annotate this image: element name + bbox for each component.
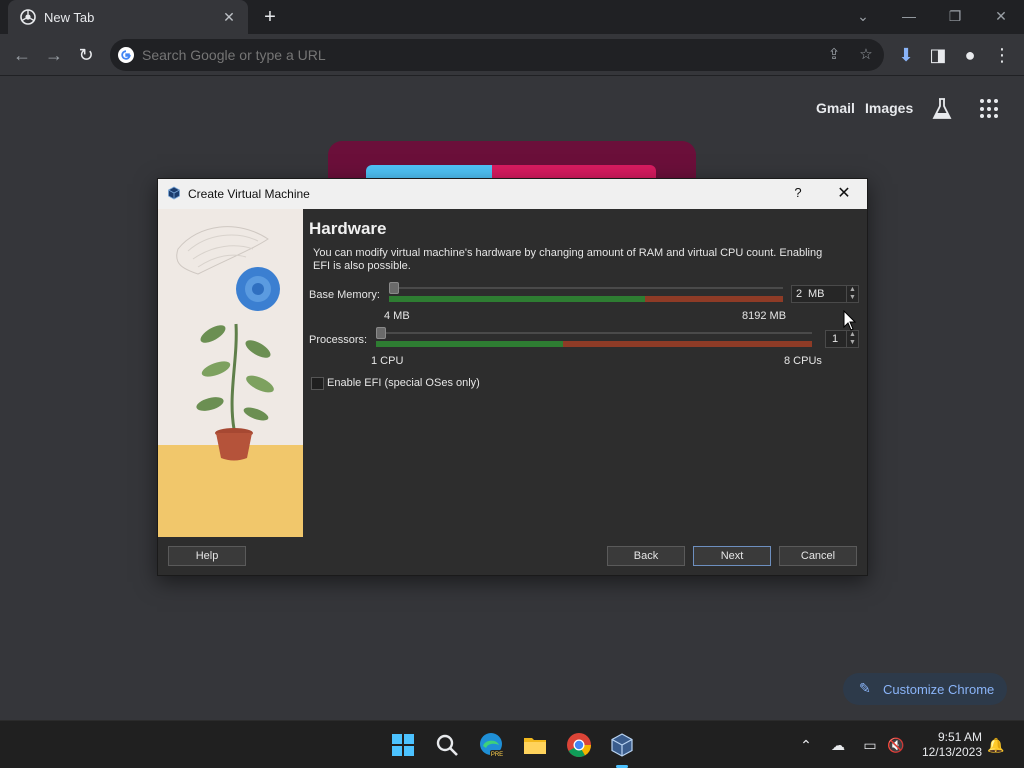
- customize-chrome-button[interactable]: ✎ Customize Chrome: [843, 673, 1007, 705]
- search-icon[interactable]: [433, 731, 461, 759]
- cancel-button[interactable]: Cancel: [779, 546, 857, 566]
- chrome-icon[interactable]: [565, 731, 593, 759]
- flower-pot-icon: [215, 428, 253, 461]
- processors-value-input[interactable]: [826, 331, 846, 347]
- processors-spin-arrows-icon[interactable]: ▲ ▼: [846, 331, 858, 347]
- edge-icon[interactable]: PRE: [477, 731, 505, 759]
- close-dialog-icon[interactable]: ✕: [834, 183, 854, 203]
- close-window-button[interactable]: ✕: [987, 6, 1015, 26]
- close-tab-icon[interactable]: ✕: [220, 8, 238, 26]
- cloud-offline-icon[interactable]: ☁: [828, 735, 848, 755]
- virtualbox-taskbar-icon[interactable]: [608, 731, 636, 768]
- page-description: You can modify virtual machine's hardwar…: [313, 247, 823, 272]
- file-explorer-icon[interactable]: [521, 731, 549, 759]
- bookmark-star-icon[interactable]: ☆: [856, 45, 876, 65]
- new-tab-button[interactable]: +: [258, 6, 282, 30]
- dialog-titlebar[interactable]: Create Virtual Machine ? ✕: [158, 179, 867, 209]
- create-vm-dialog: Create Virtual Machine ? ✕ Hardware You …: [157, 178, 868, 576]
- labs-flask-icon[interactable]: [931, 97, 953, 121]
- back-icon[interactable]: ←: [10, 43, 34, 67]
- wizard-illustration: [158, 209, 303, 537]
- taskbar-clock[interactable]: 9:51 AM 12/13/2023: [916, 730, 982, 760]
- next-button[interactable]: Next: [693, 546, 771, 566]
- gmail-link[interactable]: Gmail: [816, 100, 855, 116]
- memory-max-label: 8192 MB: [742, 310, 787, 322]
- memory-spin-arrows-icon[interactable]: ▲ ▼: [846, 286, 858, 302]
- volume-muted-icon[interactable]: 🔇: [886, 735, 906, 755]
- processors-label: Processors:: [309, 334, 368, 346]
- omnibox[interactable]: ⇪ ☆: [110, 39, 884, 71]
- memory-slider-thumb[interactable]: [389, 282, 399, 294]
- side-panel-icon[interactable]: ◨: [926, 43, 950, 67]
- dialog-title: Create Virtual Machine: [188, 187, 310, 201]
- virtualbox-icon: [168, 186, 180, 200]
- tab-new-tab[interactable]: New Tab ✕: [8, 0, 248, 34]
- processors-slider-track[interactable]: [376, 332, 812, 334]
- clock-date: 12/13/2023: [921, 745, 982, 759]
- reload-icon[interactable]: ↻: [74, 43, 98, 67]
- profile-icon[interactable]: ●: [958, 43, 982, 67]
- google-icon: [118, 47, 134, 63]
- page-heading: Hardware: [309, 219, 387, 238]
- menu-kebab-icon[interactable]: ⋮: [990, 43, 1014, 67]
- enable-efi-label[interactable]: Enable EFI (special OSes only): [327, 377, 480, 389]
- mouse-cursor-icon: [843, 310, 857, 331]
- memory-min-label: 4 MB: [384, 310, 410, 322]
- images-link[interactable]: Images: [865, 100, 913, 116]
- memory-slider-track[interactable]: [389, 287, 783, 289]
- processors-slider-thumb[interactable]: [376, 327, 386, 339]
- show-hidden-icons-icon[interactable]: ⌃: [796, 735, 816, 755]
- browser-toolbar: ← → ↻ ⇪ ☆ ⬇ ◨ ● ⋮: [0, 34, 1024, 76]
- notifications-bell-icon[interactable]: 🔔: [986, 735, 1006, 755]
- tab-strip: New Tab ✕ + ⌄ — ❐ ✕: [0, 0, 1024, 34]
- memory-unit: MB: [808, 288, 825, 300]
- processors-min-label: 1 CPU: [371, 355, 404, 367]
- download-icon[interactable]: ⬇: [894, 43, 918, 67]
- omnibox-input[interactable]: [142, 39, 822, 71]
- processors-max-label: 8 CPUs: [784, 355, 822, 367]
- chrome-icon: [20, 9, 36, 25]
- enable-efi-checkbox[interactable]: [311, 377, 324, 390]
- forward-icon[interactable]: →: [42, 43, 66, 67]
- memory-range-bar: [389, 296, 783, 302]
- google-apps-icon[interactable]: [980, 99, 1000, 119]
- svg-text:PRE: PRE: [491, 752, 503, 758]
- minimize-button[interactable]: —: [895, 6, 923, 26]
- back-button[interactable]: Back: [607, 546, 685, 566]
- base-memory-label: Base Memory:: [309, 289, 380, 301]
- share-icon[interactable]: ⇪: [824, 45, 844, 65]
- help-button[interactable]: Help: [168, 546, 246, 566]
- memory-spinbox[interactable]: MB ▲▼: [791, 285, 859, 303]
- hardware-page: Hardware You can modify virtual machine'…: [303, 209, 867, 537]
- dialog-footer: Help Back Next Cancel: [158, 537, 867, 575]
- start-icon[interactable]: [389, 731, 417, 759]
- processors-spinbox[interactable]: ▲▼: [825, 330, 859, 348]
- restore-button[interactable]: ❐: [941, 6, 969, 26]
- tab-search-icon[interactable]: ⌄: [849, 6, 877, 26]
- network-icon[interactable]: ▭: [860, 735, 880, 755]
- windows-taskbar: PRE ⌃ ☁ ▭ 🔇 9:51 AM 12/13/2023 🔔: [0, 720, 1024, 768]
- help-icon[interactable]: ?: [790, 185, 806, 200]
- pencil-icon: ✎: [859, 680, 871, 696]
- processors-range-bar: [376, 341, 812, 347]
- tab-title: New Tab: [44, 10, 95, 25]
- clock-time: 9:51 AM: [937, 730, 982, 744]
